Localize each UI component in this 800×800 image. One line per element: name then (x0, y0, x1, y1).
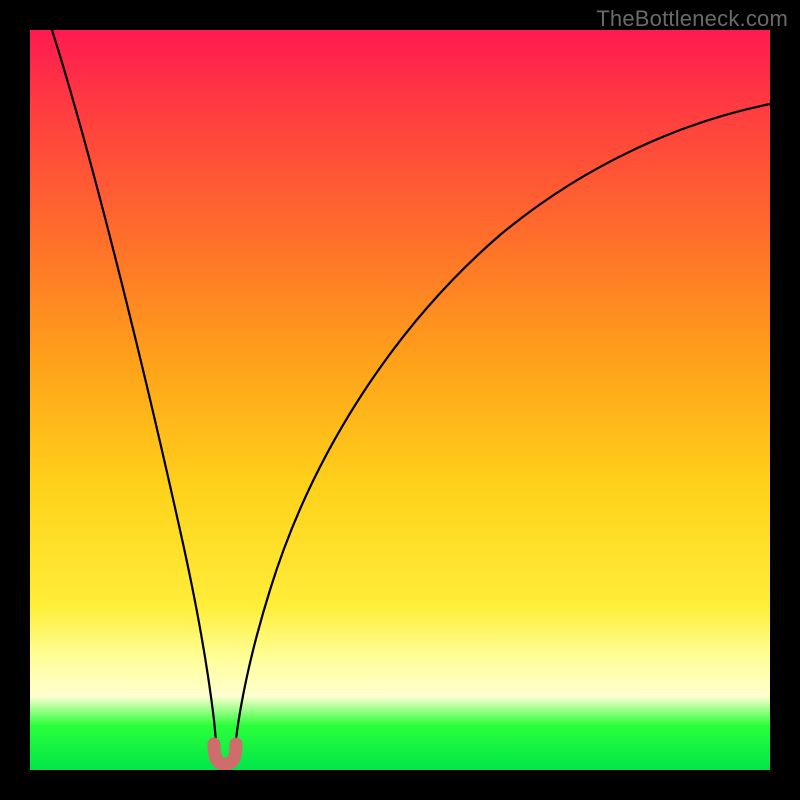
joint-marker (214, 744, 236, 764)
curves-layer (30, 30, 770, 770)
watermark-text: TheBottleneck.com (596, 6, 788, 32)
right-curve (234, 104, 770, 760)
plot-area (30, 30, 770, 770)
chart-frame: TheBottleneck.com (0, 0, 800, 800)
left-curve (52, 30, 217, 760)
